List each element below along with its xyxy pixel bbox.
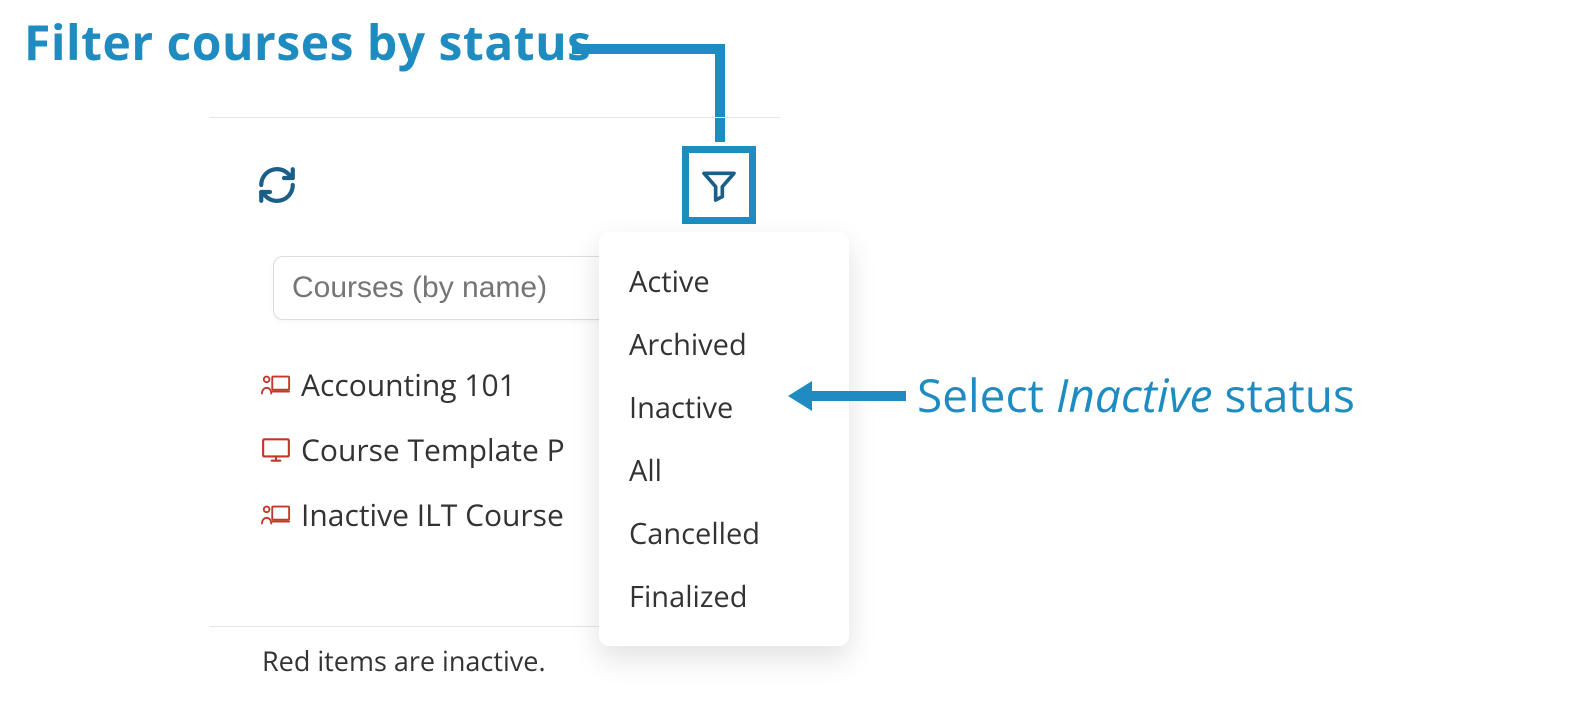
filter-option[interactable]: Archived bbox=[619, 313, 829, 376]
course-label: Course Template P bbox=[301, 429, 565, 470]
course-label: Accounting 101 bbox=[301, 364, 516, 405]
annotation-select-inactive: Select Inactive status bbox=[917, 364, 1355, 426]
filter-option[interactable]: All bbox=[619, 439, 829, 502]
filter-button-highlight bbox=[682, 146, 756, 224]
filter-option[interactable]: Finalized bbox=[619, 565, 829, 628]
monitor-icon bbox=[259, 436, 293, 464]
course-label: Inactive ILT Course bbox=[301, 494, 564, 535]
panel-toolbar bbox=[209, 118, 780, 232]
filter-icon[interactable] bbox=[697, 163, 741, 207]
annotation-connector bbox=[572, 44, 725, 54]
instructor-led-icon bbox=[259, 371, 293, 399]
annotation-text: status bbox=[1213, 364, 1355, 426]
footer-note: Red items are inactive. bbox=[262, 642, 546, 679]
refresh-icon[interactable] bbox=[255, 163, 299, 207]
filter-option[interactable]: Cancelled bbox=[619, 502, 829, 565]
filter-option[interactable]: Active bbox=[619, 250, 829, 313]
annotation-text: Select bbox=[917, 364, 1056, 426]
filter-dropdown: ActiveArchivedInactiveAllCancelledFinali… bbox=[599, 232, 849, 646]
annotation-italic: Inactive bbox=[1056, 364, 1213, 426]
instructor-led-icon bbox=[259, 501, 293, 529]
annotation-filter-heading: Filter courses by status bbox=[24, 10, 591, 75]
annotation-arrow-icon bbox=[788, 373, 908, 419]
